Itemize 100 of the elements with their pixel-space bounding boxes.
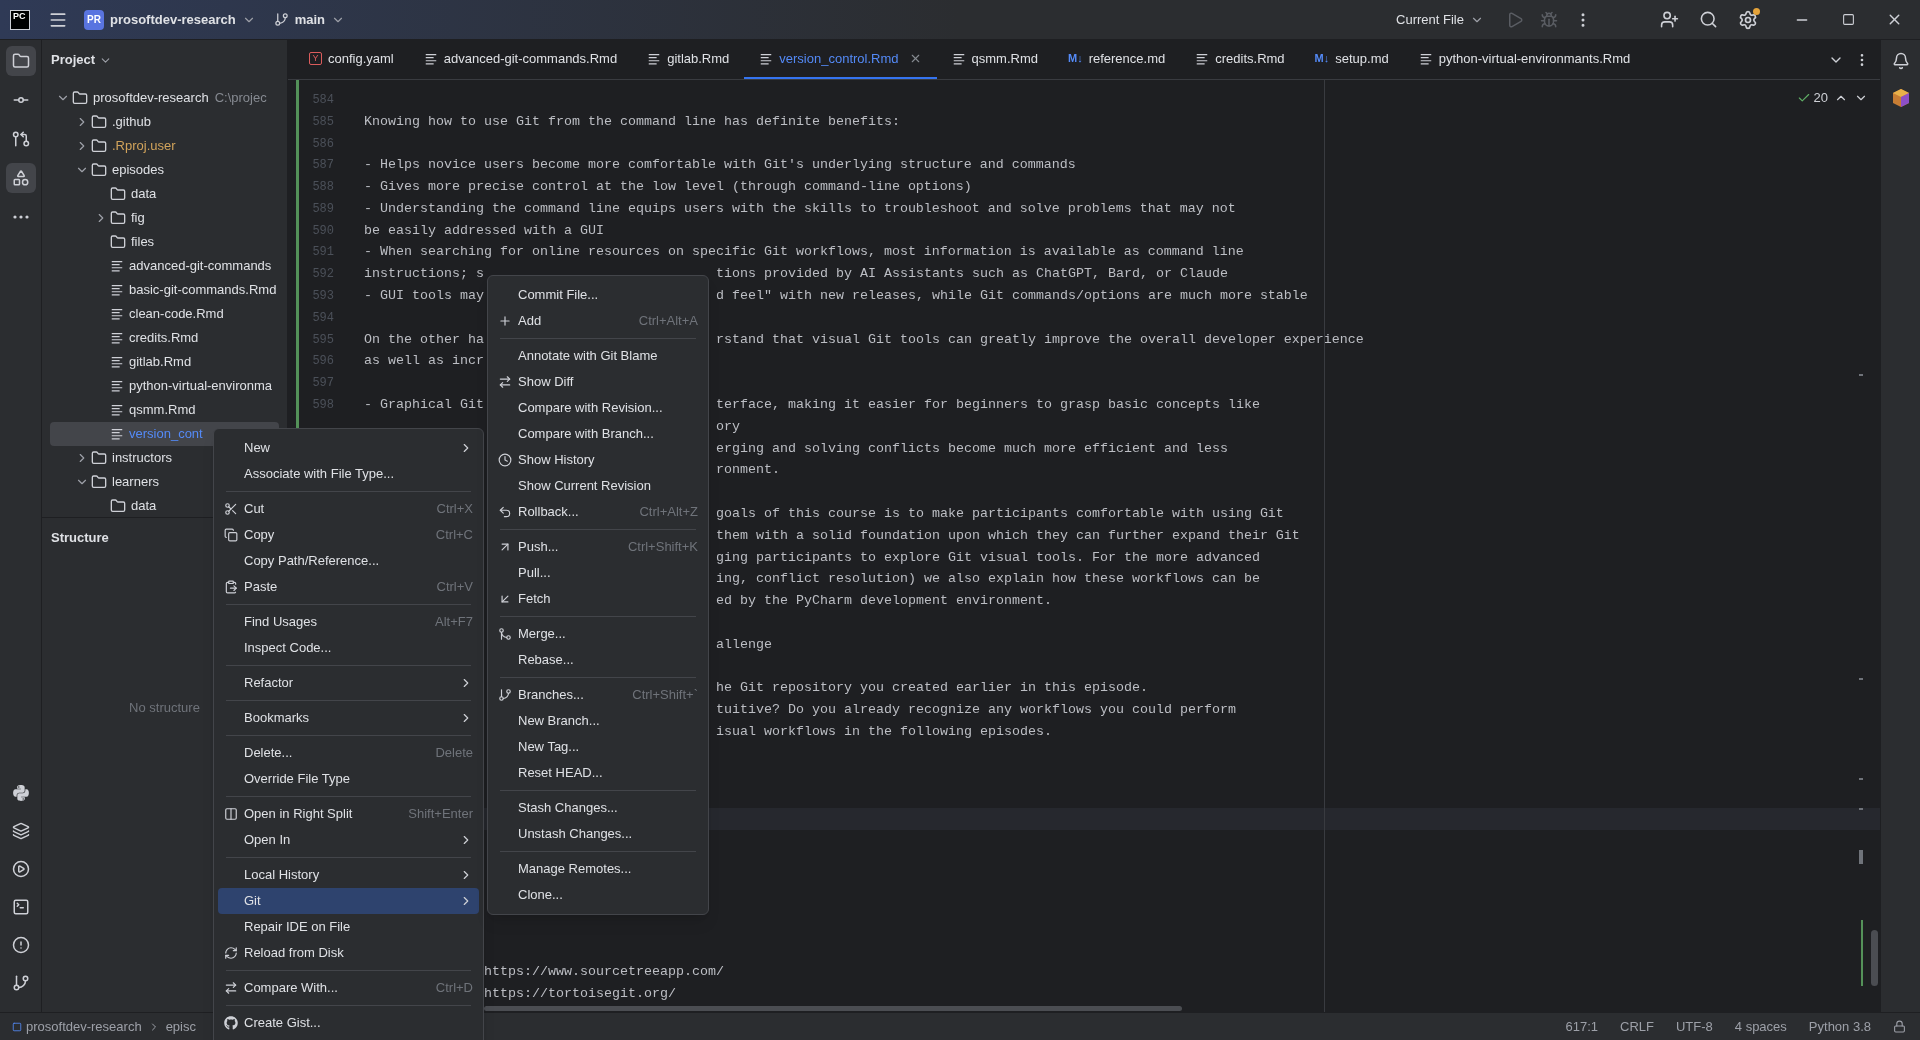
menu-item[interactable]: Delete... Delete <box>218 740 479 766</box>
menu-item[interactable]: Rollback... Ctrl+Alt+Z <box>492 499 704 525</box>
menu-item[interactable]: New Tag... <box>492 734 704 760</box>
restore-icon[interactable] <box>1842 13 1855 26</box>
panel-title: Structure <box>51 529 109 547</box>
menu-item[interactable]: Copy Path/Reference... <box>218 548 479 574</box>
menu-item[interactable]: Open In <box>218 827 479 853</box>
menu-item[interactable]: Annotate with Git Blame <box>492 343 704 369</box>
panel-title-dropdown[interactable]: Project <box>51 50 113 70</box>
tool-window-button[interactable] <box>5 163 36 193</box>
menu-item[interactable]: Open in Right Split Shift+Enter <box>218 801 479 827</box>
problems-icon <box>11 936 30 954</box>
line-separator[interactable]: CRLF <box>1620 1016 1654 1037</box>
menu-item[interactable]: Associate with File Type... <box>218 461 479 487</box>
cube-icon[interactable] <box>1890 88 1911 108</box>
menu-item[interactable]: Find Usages Alt+F7 <box>218 609 479 635</box>
tree-row[interactable]: advanced-git-commands <box>50 254 279 278</box>
menu-item[interactable]: Repair IDE on File <box>218 914 479 940</box>
menu-item[interactable]: New Branch... <box>492 708 704 734</box>
menu-item[interactable]: Compare with Branch... <box>492 421 704 447</box>
split-icon <box>224 807 238 821</box>
caret-position[interactable]: 617:1 <box>1565 1016 1598 1037</box>
tree-row[interactable]: python-virtual-environma <box>50 374 279 398</box>
tree-row[interactable]: .Rproj.user <box>50 134 279 158</box>
module-icon <box>12 1021 22 1032</box>
menu-item[interactable]: Create Gist... <box>218 1010 479 1036</box>
tool-window-button[interactable] <box>5 46 36 76</box>
breadcrumb[interactable]: prosoftdev-research <box>26 1016 142 1037</box>
menu-item[interactable]: Merge... <box>492 621 704 647</box>
menu-item[interactable]: Reset HEAD... <box>492 760 704 786</box>
menu-item[interactable]: Unstash Changes... <box>492 821 704 847</box>
menu-item[interactable]: Push... Ctrl+Shift+K <box>492 534 704 560</box>
menu-item[interactable]: Git <box>218 888 479 914</box>
lock-icon[interactable] <box>1893 1020 1906 1033</box>
tree-row[interactable]: data <box>50 182 279 206</box>
folder-icon <box>91 162 107 178</box>
inspection-status[interactable]: 20 <box>1796 88 1828 108</box>
menu-item[interactable]: Refactor <box>218 670 479 696</box>
editor-tab[interactable]: Y config.yaml <box>294 40 409 79</box>
menu-item-label: Pull... <box>518 564 551 583</box>
menu-item[interactable]: Pull... <box>492 560 704 586</box>
menu-item[interactable]: Cut Ctrl+X <box>218 496 479 522</box>
tree-row[interactable]: qsmm.Rmd <box>50 398 279 422</box>
menu-item[interactable]: Manage Remotes... <box>492 856 704 882</box>
tree-item-label: basic-git-commands.Rmd <box>129 281 277 300</box>
settings-icon[interactable] <box>1738 9 1758 30</box>
tree-row[interactable]: clean-code.Rmd <box>50 302 279 326</box>
python-icon <box>11 784 30 802</box>
menu-item[interactable]: Clone... <box>492 882 704 908</box>
folder-icon <box>91 474 107 490</box>
menu-item-label: Reload from Disk <box>244 944 344 963</box>
menu-item[interactable]: Override File Type <box>218 766 479 792</box>
editor-tab[interactable]: gitlab.Rmd <box>632 40 745 79</box>
menu-item[interactable]: Paste Ctrl+V <box>218 574 479 600</box>
code-text: be easily addressed with a GUI <box>364 221 604 240</box>
menu-item[interactable]: Compare With... Ctrl+D <box>218 975 479 1001</box>
editor-tab[interactable]: credits.Rmd <box>1180 40 1300 79</box>
menu-item[interactable]: Add Ctrl+Alt+A <box>492 308 704 334</box>
menu-item[interactable]: Stash Changes... <box>492 795 704 821</box>
menu-item[interactable]: Show Current Revision <box>492 473 704 499</box>
menu-item[interactable]: Branches... Ctrl+Shift+` <box>492 682 704 708</box>
menu-item[interactable]: Reload from Disk <box>218 940 479 966</box>
menu-item[interactable]: Copy Ctrl+C <box>218 522 479 548</box>
scissors-icon <box>224 502 238 516</box>
project-switcher[interactable]: PR prosoftdev-research <box>84 9 256 30</box>
tree-row[interactable]: episodes <box>50 158 279 182</box>
editor-tab[interactable]: M↓ setup.md <box>1299 40 1404 79</box>
menu-item-label: Manage Remotes... <box>518 860 632 879</box>
menu-item[interactable]: Inspect Code... <box>218 635 479 661</box>
tree-row[interactable]: .github <box>50 110 279 134</box>
menu-item[interactable]: Show Diff <box>492 369 704 395</box>
tree-row[interactable]: prosoftdev-research C:\projec <box>50 86 279 110</box>
branch-switcher[interactable]: main <box>273 9 346 30</box>
menu-item[interactable]: Rebase... <box>492 647 704 673</box>
run-configuration-dropdown[interactable]: Current File <box>1396 9 1484 30</box>
interpreter[interactable]: Python 3.8 <box>1808 1016 1871 1037</box>
menu-item[interactable]: Bookmarks <box>218 705 479 731</box>
editor-tab[interactable]: advanced-git-commands.Rmd <box>408 40 633 79</box>
menu-item[interactable]: Local History <box>218 862 479 888</box>
breadcrumb[interactable]: episc <box>165 1016 196 1037</box>
menu-item[interactable]: Fetch <box>492 586 704 612</box>
search-icon[interactable] <box>1699 10 1718 29</box>
terminal-icon <box>11 898 30 916</box>
editor-tab[interactable]: M↓ reference.md <box>1052 40 1181 79</box>
tree-row[interactable]: gitlab.Rmd <box>50 350 279 374</box>
add-user-icon[interactable] <box>1660 10 1679 29</box>
tree-row[interactable]: basic-git-commands.Rmd <box>50 278 279 302</box>
tree-row[interactable]: files <box>50 230 279 254</box>
tree-row[interactable]: credits.Rmd <box>50 326 279 350</box>
editor-tab[interactable]: python-virtual-environmants.Rmd <box>1403 40 1646 79</box>
tree-row[interactable]: fig <box>50 206 279 230</box>
menu-item[interactable]: Commit File... <box>492 282 704 308</box>
menu-item[interactable]: Compare with Revision... <box>492 395 704 421</box>
menu-item[interactable]: Show History <box>492 447 704 473</box>
editor-tab[interactable]: version_control.Rmd <box>744 40 937 79</box>
indent-setting[interactable]: 4 spaces <box>1734 1016 1787 1037</box>
notifications-icon[interactable] <box>1891 52 1910 70</box>
file-encoding[interactable]: UTF-8 <box>1675 1016 1713 1037</box>
markdown-file-icon: M↓ <box>1314 53 1330 64</box>
editor-tab[interactable]: qsmm.Rmd <box>936 40 1053 79</box>
